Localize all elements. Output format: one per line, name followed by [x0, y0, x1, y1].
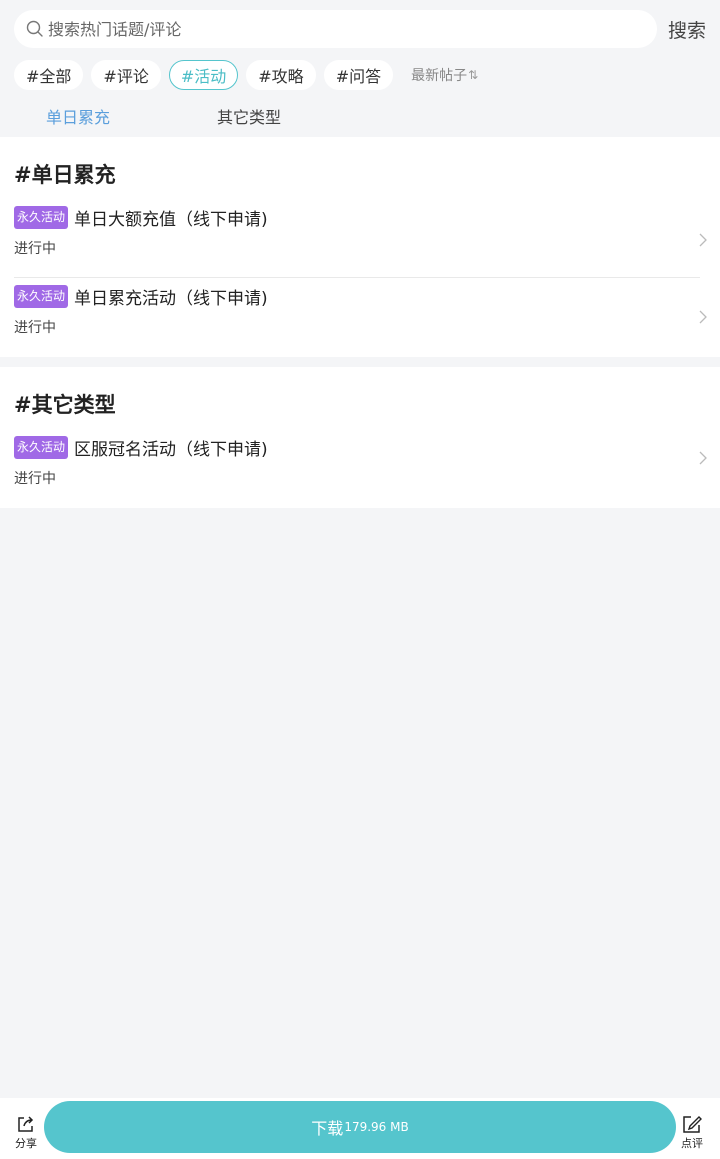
section-title: #单日累充: [14, 163, 116, 187]
chevron-right-icon: [699, 451, 707, 465]
tag-qa[interactable]: #问答: [323, 59, 394, 90]
search-row: 搜索: [14, 10, 706, 48]
download-label: 下载: [311, 1119, 344, 1138]
download-size: 179.96 MB: [344, 1120, 409, 1134]
tag-comment[interactable]: #评论: [91, 59, 161, 90]
item-title: 区服冠名活动（线下申请): [74, 440, 268, 460]
list-item[interactable]: 永久活动 区服冠名活动（线下申请) 进行中: [14, 429, 707, 508]
list-item[interactable]: 永久活动 单日大额充值（线下申请) 进行中: [14, 199, 707, 278]
list-item[interactable]: 永久活动 单日累充活动（线下申请) 进行中: [14, 278, 707, 357]
tag-all[interactable]: #全部: [14, 59, 84, 90]
section-daily-recharge: #单日累充 永久活动 单日大额充值（线下申请) 进行中 永久活动 单日累充活动（…: [0, 137, 720, 357]
bottom-bar: 分享 下载 179.96 MB 点评: [0, 1098, 720, 1159]
tag-guide[interactable]: #攻略: [246, 59, 316, 90]
tag-activity[interactable]: #活动: [168, 59, 239, 90]
item-status: 进行中: [14, 320, 56, 336]
subtab-daily-recharge[interactable]: 单日累充: [46, 104, 110, 128]
chevron-right-icon: [699, 233, 707, 247]
search-icon: [26, 20, 43, 37]
item-status: 进行中: [14, 241, 56, 257]
permanent-badge: 永久活动: [14, 206, 69, 229]
permanent-badge: 永久活动: [14, 285, 69, 308]
share-icon: [18, 1116, 34, 1132]
search-input[interactable]: [48, 19, 628, 39]
subtab-bar: 单日累充 其它类型: [0, 104, 720, 128]
review-label: 点评: [681, 1137, 703, 1150]
share-label: 分享: [15, 1137, 37, 1150]
search-box[interactable]: [14, 10, 657, 48]
top-area: 搜索 #全部 #评论 #活动 #攻略 #问答 最新帖子 ⇅ 单日累充 其它类型: [0, 0, 720, 137]
sort-label: 最新帖子: [411, 67, 468, 84]
item-title: 单日大额充值（线下申请): [74, 210, 268, 230]
tag-filter-bar: #全部 #评论 #活动 #攻略 #问答 最新帖子 ⇅: [14, 59, 478, 90]
item-title: 单日累充活动（线下申请): [74, 289, 268, 309]
section-other-types: #其它类型 永久活动 区服冠名活动（线下申请) 进行中: [0, 367, 720, 508]
sort-button[interactable]: 最新帖子 ⇅: [411, 65, 478, 85]
permanent-badge: 永久活动: [14, 436, 69, 459]
search-button[interactable]: 搜索: [668, 16, 706, 43]
item-status: 进行中: [14, 471, 56, 487]
review-button[interactable]: 点评: [672, 1114, 712, 1151]
subtab-other-types[interactable]: 其它类型: [217, 104, 281, 128]
sort-icon: ⇅: [468, 67, 479, 82]
edit-icon: [683, 1116, 702, 1133]
download-button[interactable]: 下载 179.96 MB: [44, 1101, 676, 1153]
section-title: #其它类型: [14, 393, 116, 417]
share-button[interactable]: 分享: [6, 1114, 46, 1151]
chevron-right-icon: [699, 310, 707, 324]
